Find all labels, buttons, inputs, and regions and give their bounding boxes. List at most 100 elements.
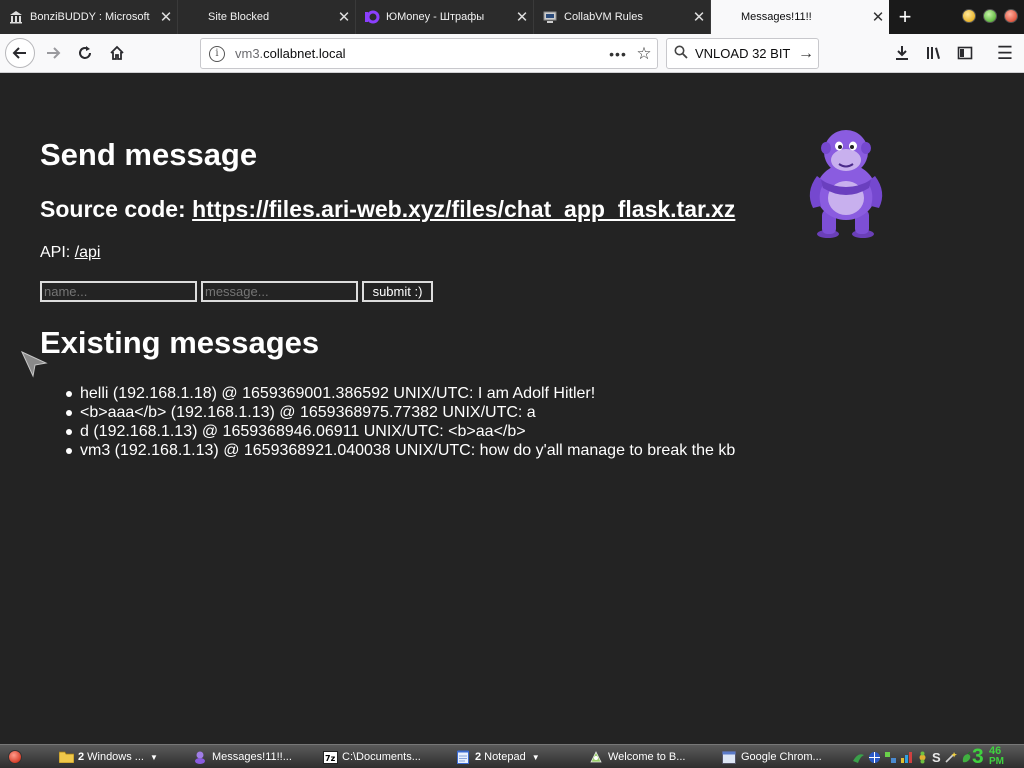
message-input[interactable]: [201, 281, 358, 302]
taskbar-item-messages[interactable]: Messages!11!!...: [192, 747, 297, 767]
folder-icon: [58, 750, 74, 764]
tab-collabvm-rules[interactable]: CollabVM Rules ✕: [534, 0, 711, 34]
bonzibuddy-gorilla-icon: [809, 130, 883, 238]
start-button[interactable]: [8, 750, 22, 764]
taskbar-item-windows[interactable]: 2 Windows ... ▼: [58, 747, 176, 767]
tab-title: CollabVM Rules: [564, 11, 643, 23]
tab-bonzibuddy[interactable]: BonziBUDDY : Microsoft ✕: [0, 0, 178, 34]
navigation-toolbar: i vm3.collabnet.local ••• ☆ VNLOAD 32 BI…: [0, 34, 1024, 73]
task-label: Welcome to B...: [608, 751, 686, 763]
taskbar-item-documents[interactable]: 7z C:\Documents...: [322, 747, 434, 767]
tab-title: ЮMoney - Штрафы: [386, 11, 485, 23]
message-item: d (192.168.1.13) @ 1659368946.06911 UNIX…: [65, 422, 735, 441]
sidebar-icon: [957, 46, 973, 60]
library-icon: [927, 47, 940, 59]
search-input[interactable]: VNLOAD 32 BIT: [695, 46, 794, 61]
7zip-icon: 7z: [322, 750, 338, 764]
yoomoney-icon: [364, 9, 380, 25]
tray-pepper-icon[interactable]: [960, 750, 973, 764]
home-button[interactable]: [102, 38, 132, 68]
close-tab-icon[interactable]: ✕: [688, 8, 710, 26]
existing-messages-heading: Existing messages: [40, 325, 320, 360]
tray-bars-icon[interactable]: [900, 750, 913, 764]
reload-button[interactable]: [70, 38, 100, 68]
bonzi-setup-icon: [588, 750, 604, 764]
taskbar-item-welcome[interactable]: Welcome to B...: [588, 747, 698, 767]
download-button[interactable]: [887, 38, 917, 68]
close-tab-icon[interactable]: ✕: [867, 8, 889, 26]
home-icon: [110, 45, 124, 60]
submit-button[interactable]: submit :): [362, 281, 433, 302]
task-label: Google Chrom...: [741, 751, 822, 763]
taskbar-item-notepad[interactable]: 2 Notepad ▼: [455, 747, 570, 767]
bookmark-star-icon[interactable]: ☆: [631, 44, 657, 64]
tray-wand-icon[interactable]: [944, 750, 957, 764]
blank-favicon: [719, 9, 735, 25]
task-count: 2: [475, 751, 482, 763]
page-title: Send message: [40, 137, 258, 172]
task-label: Messages!11!!...: [212, 751, 292, 763]
minimize-window-button[interactable]: [962, 9, 976, 23]
message-item: <b>aaa</b> (192.168.1.13) @ 1659368975.7…: [65, 403, 735, 422]
url-host: collabnet.local: [263, 46, 346, 61]
chrome-window-icon: [721, 750, 737, 764]
sidebar-button[interactable]: [950, 38, 980, 68]
tab-strip: BonziBUDDY : Microsoft ✕ Site Blocked ✕ …: [0, 0, 1024, 34]
search-go-arrow-icon[interactable]: →: [794, 45, 818, 63]
tray-network-icon[interactable]: [884, 750, 897, 764]
api-link[interactable]: /api: [75, 244, 101, 261]
task-label: C:\Documents...: [342, 751, 421, 763]
task-label: Notepad: [484, 751, 526, 763]
download-icon: [896, 46, 908, 60]
building-icon: [8, 9, 24, 25]
tray-s-icon[interactable]: S: [932, 750, 941, 765]
mouse-cursor-icon: [20, 350, 48, 378]
new-tab-button[interactable]: +: [889, 0, 921, 34]
dropdown-arrow-icon: ▼: [531, 752, 540, 762]
source-code-label: Source code:: [40, 196, 193, 222]
forward-button[interactable]: [38, 38, 68, 68]
page-actions-icon[interactable]: •••: [605, 46, 631, 62]
tab-title: Messages!11!!: [741, 11, 812, 23]
url-text[interactable]: vm3.collabnet.local: [235, 46, 605, 61]
page-content: Send message Source code: https://files.…: [0, 74, 1024, 744]
clock-hour: 3: [972, 745, 984, 768]
hamburger-menu-icon[interactable]: ☰: [990, 38, 1020, 68]
tab-title: Site Blocked: [208, 11, 270, 23]
task-count: 2: [78, 751, 85, 763]
tab-title: BonziBUDDY : Microsoft: [30, 11, 150, 23]
search-icon: [667, 45, 695, 63]
api-line: API: /api: [40, 244, 100, 262]
message-item: vm3 (192.168.1.13) @ 1659368921.040038 U…: [65, 442, 736, 459]
maximize-window-button[interactable]: [983, 9, 997, 23]
message-list: helli (192.168.1.18) @ 1659369001.386592…: [65, 384, 736, 460]
taskbar: 2 Windows ... ▼ Messages!11!!... 7z C:\D…: [0, 744, 1024, 768]
url-bar[interactable]: i vm3.collabnet.local ••• ☆: [200, 38, 658, 69]
bonzi-task-icon: [192, 750, 208, 764]
taskbar-item-chrome[interactable]: Google Chrom...: [721, 747, 833, 767]
info-icon[interactable]: i: [209, 45, 225, 62]
search-bar[interactable]: VNLOAD 32 BIT →: [666, 38, 819, 69]
forward-arrow-icon: [47, 47, 61, 59]
back-button[interactable]: [5, 38, 35, 68]
tray-flower-icon[interactable]: [916, 750, 929, 764]
close-window-button[interactable]: [1004, 9, 1018, 23]
close-tab-icon[interactable]: ✕: [333, 8, 355, 26]
library-button[interactable]: [919, 38, 949, 68]
url-prefix: vm3.: [235, 46, 264, 61]
blank-favicon: [186, 9, 202, 25]
dropdown-arrow-icon: ▼: [149, 752, 158, 762]
svg-text:7z: 7z: [325, 754, 336, 763]
system-tray: S: [852, 748, 971, 766]
tab-messages[interactable]: Messages!11!! ✕: [711, 0, 889, 34]
close-tab-icon[interactable]: ✕: [511, 8, 533, 26]
source-code-link[interactable]: https://files.ari-web.xyz/files/chat_app…: [192, 196, 735, 222]
clock-ampm: PM: [989, 756, 1004, 767]
source-code-heading: Source code: https://files.ari-web.xyz/f…: [40, 196, 735, 223]
name-input[interactable]: [40, 281, 197, 302]
tray-bird-icon[interactable]: [852, 750, 865, 764]
tab-site-blocked[interactable]: Site Blocked ✕: [178, 0, 356, 34]
tray-globe-icon[interactable]: [868, 750, 881, 764]
tab-yoomoney[interactable]: ЮMoney - Штрафы ✕: [356, 0, 534, 34]
close-tab-icon[interactable]: ✕: [155, 8, 177, 26]
